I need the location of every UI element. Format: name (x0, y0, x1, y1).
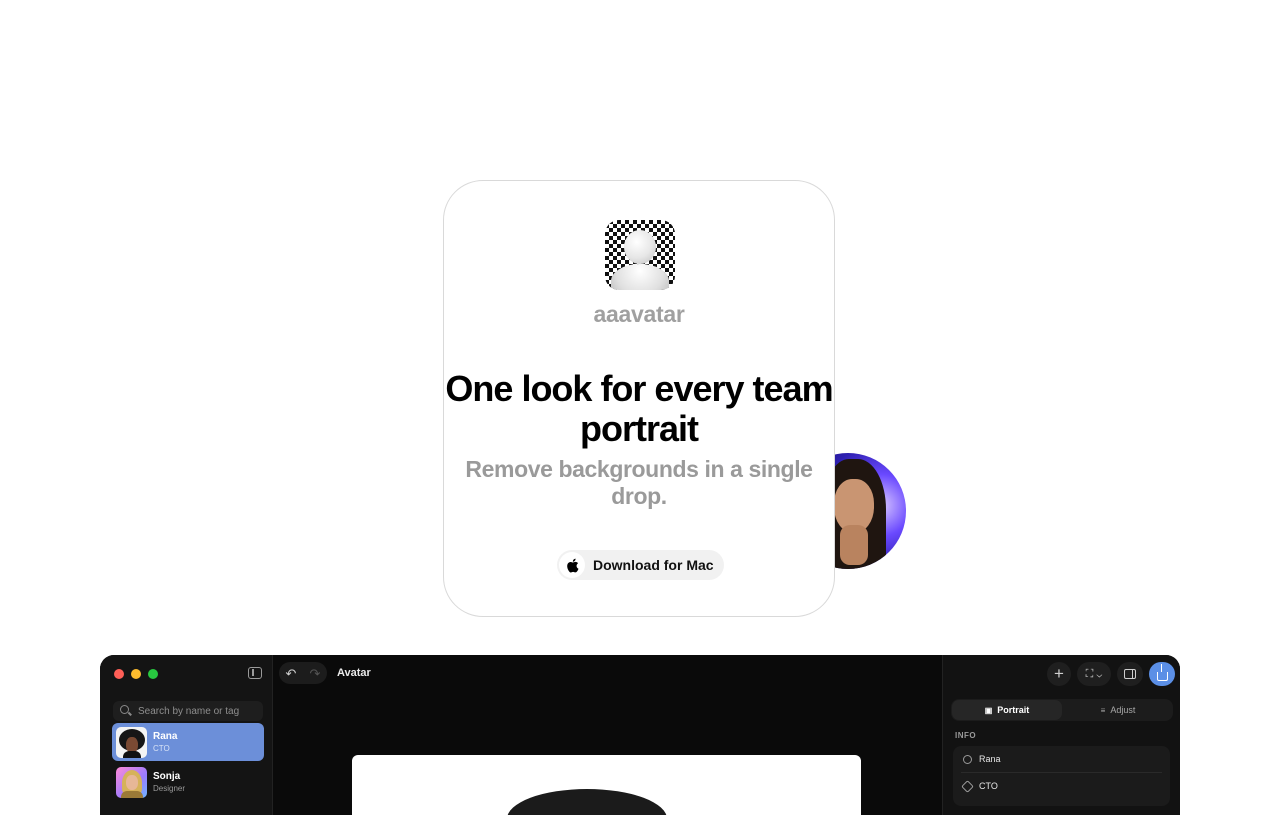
document-title: Avatar (337, 667, 371, 679)
list-item-rana[interactable]: Rana CTO (112, 723, 264, 761)
download-button-label: Download for Mac (593, 557, 714, 573)
info-section-label: INFO (955, 731, 977, 740)
apple-icon (559, 552, 585, 578)
role-value: CTO (979, 781, 998, 791)
name-field[interactable]: Rana (953, 746, 1170, 772)
person-icon (963, 754, 972, 764)
list-item-sonja[interactable]: Sonja Designer (112, 763, 264, 801)
tab-adjust[interactable]: ≡ Adjust (1063, 699, 1173, 721)
tab-label: Adjust (1110, 705, 1136, 715)
toggle-inspector-button[interactable] (1117, 662, 1143, 686)
zoom-window-button[interactable] (148, 669, 158, 679)
tab-portrait[interactable]: ▣ Portrait (952, 700, 1062, 720)
panel-icon (1124, 669, 1136, 679)
sidebar: Rana CTO Sonja Designer (100, 655, 273, 815)
search-icon (120, 705, 132, 717)
add-icon[interactable]: + (1047, 662, 1071, 686)
person-name: Sonja (153, 771, 181, 782)
portrait-icon: ▣ (984, 705, 993, 715)
aaavatar-app-icon (605, 220, 675, 290)
info-fields: Rana CTO (953, 746, 1170, 806)
avatar (116, 726, 147, 758)
window-controls (114, 669, 158, 679)
search-input[interactable] (136, 704, 260, 718)
inspector-panel: + ⛶ ⌄ ▣ Portrait ≡ Adjust INFO Rana CTO (942, 655, 1180, 815)
minimize-window-button[interactable] (131, 669, 141, 679)
app-window: Rana CTO Sonja Designer ↶ ↷ Avatar + ⛶ ⌄ (100, 655, 1180, 815)
hero-card: aaavatar One look for every team portrai… (443, 180, 835, 617)
brand-name: aaavatar (593, 301, 685, 327)
history-controls: ↶ ↷ (279, 662, 327, 684)
sliders-icon: ≡ (1100, 705, 1106, 715)
close-window-button[interactable] (114, 669, 124, 679)
name-value: Rana (979, 754, 1001, 764)
share-icon (1156, 663, 1168, 681)
search-field (113, 701, 263, 721)
portrait-image (507, 789, 667, 815)
avatar (116, 766, 147, 798)
undo-icon[interactable]: ↶ (286, 667, 297, 680)
tag-icon (961, 779, 974, 793)
person-role: CTO (153, 744, 170, 753)
fit-view-icon[interactable]: ⛶ ⌄ (1077, 662, 1111, 686)
tab-label: Portrait (997, 705, 1030, 715)
share-button[interactable] (1149, 662, 1175, 686)
hero-headline: One look for every team portrait (445, 368, 833, 449)
sidebar-toggle-icon[interactable] (248, 667, 262, 679)
main-canvas-area: ↶ ↷ Avatar (273, 655, 941, 815)
inspector-tabs: ▣ Portrait ≡ Adjust (951, 699, 1173, 721)
person-role: Designer (153, 784, 186, 793)
portrait-canvas[interactable] (352, 755, 861, 815)
person-name: Rana (153, 731, 178, 742)
redo-icon[interactable]: ↷ (310, 667, 321, 680)
role-field[interactable]: CTO (961, 772, 1162, 799)
hero-subheadline: Remove backgrounds in a single drop. (465, 456, 813, 509)
download-for-mac-button[interactable]: Download for Mac (557, 550, 724, 580)
